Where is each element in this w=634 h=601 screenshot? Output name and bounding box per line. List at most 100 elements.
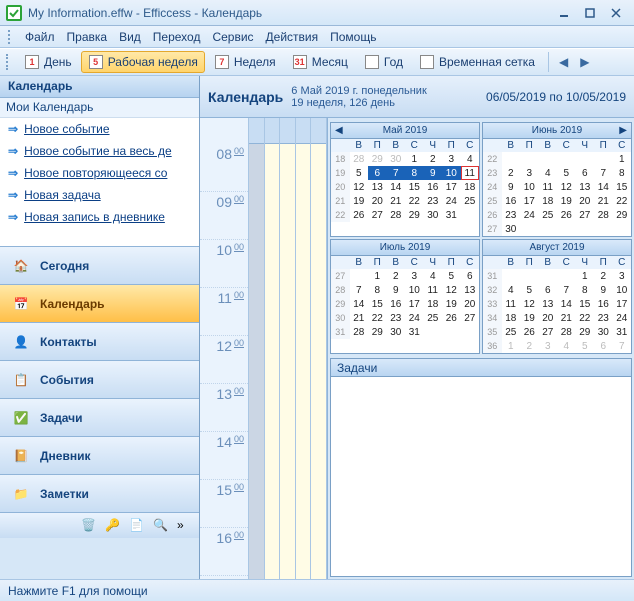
day-cell[interactable]: 30 xyxy=(387,325,406,339)
sidebar-link[interactable]: ⇒Новое повторяющееся со xyxy=(0,162,199,184)
day-cell[interactable]: 3 xyxy=(613,269,632,283)
month-title[interactable]: Август 2019 xyxy=(529,242,584,253)
day-cell[interactable]: 14 xyxy=(557,297,576,311)
day-cell[interactable]: 24 xyxy=(613,311,632,325)
day-cell[interactable]: 22 xyxy=(368,311,387,325)
day-column[interactable] xyxy=(311,118,327,579)
day-cell[interactable]: 15 xyxy=(613,180,632,194)
nav-button-2[interactable]: 👤Контакты xyxy=(0,322,199,360)
day-cell[interactable]: 7 xyxy=(350,283,369,297)
day-cell[interactable]: 28 xyxy=(350,325,369,339)
day-cell[interactable]: 16 xyxy=(594,297,613,311)
page-icon[interactable]: 📄 xyxy=(129,518,145,534)
day-cell[interactable]: 12 xyxy=(557,180,576,194)
sidebar-link[interactable]: ⇒Новая задача xyxy=(0,184,199,206)
day-cell[interactable]: 28 xyxy=(557,325,576,339)
minimize-button[interactable] xyxy=(552,5,576,21)
day-cell[interactable]: 20 xyxy=(461,297,480,311)
sidebar-subheader[interactable]: Мои Календарь xyxy=(0,98,199,118)
day-cell[interactable]: 23 xyxy=(424,194,443,208)
day-cell[interactable]: 14 xyxy=(387,180,406,194)
day-cell[interactable]: 19 xyxy=(442,297,461,311)
day-cell[interactable]: 25 xyxy=(461,194,480,208)
day-cell[interactable]: 29 xyxy=(576,325,595,339)
close-button[interactable] xyxy=(604,5,628,21)
day-cell[interactable]: 28 xyxy=(594,208,613,222)
day-cell[interactable]: 28 xyxy=(350,152,369,166)
day-cell[interactable]: 14 xyxy=(594,180,613,194)
trash-icon[interactable]: 🗑️ xyxy=(81,518,97,534)
hour-row[interactable]: 1400 xyxy=(200,432,248,480)
day-cell[interactable]: 20 xyxy=(368,194,387,208)
day-column[interactable] xyxy=(249,118,265,579)
day-cell[interactable]: 30 xyxy=(424,208,443,222)
menu-item-1[interactable]: Правка xyxy=(61,28,114,46)
day-cell[interactable]: 5 xyxy=(442,269,461,283)
hour-row[interactable]: 1300 xyxy=(200,384,248,432)
day-cell[interactable]: 27 xyxy=(461,311,480,325)
day-cell[interactable]: 10 xyxy=(405,283,424,297)
day-cell[interactable]: 6 xyxy=(368,166,387,180)
day-cell[interactable]: 18 xyxy=(539,194,558,208)
menu-item-2[interactable]: Вид xyxy=(113,28,147,46)
hour-row[interactable]: 0800 xyxy=(200,144,248,192)
day-cell[interactable]: 10 xyxy=(442,166,461,180)
day-cell[interactable]: 5 xyxy=(576,339,595,353)
day-cell[interactable]: 10 xyxy=(613,283,632,297)
day-cell[interactable]: 4 xyxy=(557,339,576,353)
hour-row[interactable]: 0900 xyxy=(200,192,248,240)
tasks-body[interactable] xyxy=(331,377,631,576)
day-cell[interactable]: 29 xyxy=(613,208,632,222)
menu-item-0[interactable]: Файл xyxy=(19,28,61,46)
day-cell[interactable]: 1 xyxy=(613,152,632,166)
day-cell[interactable]: 8 xyxy=(368,283,387,297)
day-cell[interactable]: 29 xyxy=(368,325,387,339)
hour-row[interactable]: 1200 xyxy=(200,336,248,384)
day-cell[interactable]: 17 xyxy=(405,297,424,311)
day-cell[interactable]: 11 xyxy=(502,297,521,311)
day-cell[interactable]: 22 xyxy=(576,311,595,325)
day-cell[interactable]: 5 xyxy=(520,283,539,297)
day-cell[interactable]: 25 xyxy=(502,325,521,339)
day-cell[interactable]: 31 xyxy=(442,208,461,222)
day-cell[interactable]: 26 xyxy=(520,325,539,339)
day-cell[interactable]: 24 xyxy=(405,311,424,325)
nav-button-3[interactable]: 📋События xyxy=(0,360,199,398)
day-cell[interactable]: 3 xyxy=(539,339,558,353)
menu-item-5[interactable]: Действия xyxy=(260,28,325,46)
month-prev-button[interactable]: ◀ xyxy=(333,125,345,136)
hour-row[interactable]: 1500 xyxy=(200,480,248,528)
day-cell[interactable]: 6 xyxy=(539,283,558,297)
hour-row[interactable]: 1100 xyxy=(200,288,248,336)
view-button-5[interactable]: Временная сетка xyxy=(412,51,542,73)
search-icon[interactable]: 🔍 xyxy=(153,518,169,534)
day-cell[interactable]: 1 xyxy=(405,152,424,166)
day-cell[interactable]: 11 xyxy=(539,180,558,194)
day-cell[interactable]: 1 xyxy=(576,269,595,283)
day-cell[interactable]: 24 xyxy=(442,194,461,208)
day-cell[interactable]: 8 xyxy=(405,166,424,180)
view-button-1[interactable]: 5Рабочая неделя xyxy=(81,51,205,73)
month-title[interactable]: Май 2019 xyxy=(383,125,428,136)
tasks-header[interactable]: Задачи xyxy=(331,359,631,377)
day-cell[interactable]: 3 xyxy=(442,152,461,166)
day-cell[interactable]: 15 xyxy=(405,180,424,194)
day-cell[interactable]: 25 xyxy=(424,311,443,325)
day-cell[interactable]: 26 xyxy=(442,311,461,325)
day-cell[interactable]: 7 xyxy=(594,166,613,180)
day-cell[interactable]: 10 xyxy=(520,180,539,194)
day-cell[interactable]: 2 xyxy=(387,269,406,283)
day-column[interactable] xyxy=(296,118,312,579)
day-cell[interactable]: 28 xyxy=(387,208,406,222)
day-cell[interactable]: 5 xyxy=(557,166,576,180)
day-cell[interactable]: 24 xyxy=(520,208,539,222)
key-icon[interactable]: 🔑 xyxy=(105,518,121,534)
day-cell[interactable]: 21 xyxy=(387,194,406,208)
day-cell[interactable]: 18 xyxy=(502,311,521,325)
view-button-2[interactable]: 7Неделя xyxy=(207,51,283,73)
day-cell[interactable]: 22 xyxy=(405,194,424,208)
sidebar-link[interactable]: ⇒Новая запись в дневнике xyxy=(0,206,199,228)
day-cell[interactable]: 13 xyxy=(368,180,387,194)
day-cell[interactable]: 1 xyxy=(368,269,387,283)
day-cell[interactable]: 7 xyxy=(387,166,406,180)
